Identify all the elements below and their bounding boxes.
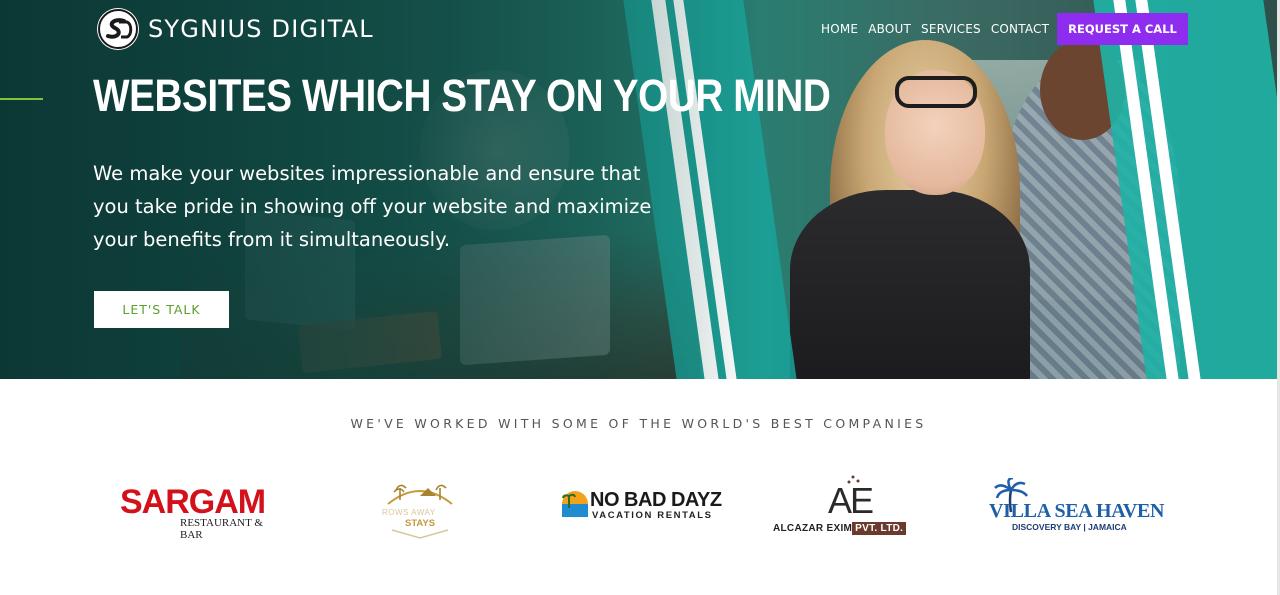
clients-heading: WE'VE WORKED WITH SOME OF THE WORLD'S BE… <box>350 416 927 431</box>
no-bad-dayz-wordmark: NO BAD DAYZ <box>590 489 722 511</box>
alcazar-wordmark: ALCAZAR EXIM PVT. LTD. <box>773 522 907 535</box>
alcazar-badge: PVT. LTD. <box>852 522 907 535</box>
sunset-globe-icon <box>562 491 588 517</box>
hero-woman-body <box>790 190 1030 379</box>
hero-glasses <box>895 76 977 108</box>
hero-section: SYGNIUS DIGITAL HOME ABOUT SERVICES CONT… <box>0 0 1277 379</box>
villa-subtitle: DISCOVERY BAY | JAMAICA <box>1012 522 1127 532</box>
rows-away-subtitle: STAYS <box>405 518 436 529</box>
nav-home[interactable]: HOME <box>816 13 863 45</box>
nav-contact[interactable]: CONTACT <box>986 13 1054 45</box>
client-logo-no-bad-dayz: NO BAD DAYZ VACATION RENTALS <box>558 470 723 550</box>
client-logo-rows-away: ROWS AWAY STAYS <box>380 470 460 550</box>
sargam-subtitle: RESTAURANT & BAR <box>180 517 263 541</box>
logo-mark-icon <box>97 8 139 50</box>
nav-about[interactable]: ABOUT <box>863 13 916 45</box>
client-logo-villa-sea-haven: VILLA SEA HAVEN DISCOVERY BAY | JAMAICA <box>988 470 1165 550</box>
client-logo-sargam: SARGAM RESTAURANT & BAR <box>120 470 285 550</box>
logo-text: SYGNIUS DIGITAL <box>148 15 374 43</box>
nav-services[interactable]: SERVICES <box>916 13 986 45</box>
palm-hut-icon <box>387 484 453 539</box>
hero-title: WEBSITES WHICH STAY ON YOUR MIND <box>93 70 831 121</box>
client-logo-alcazar: AE ALCAZAR EXIM PVT. LTD. <box>772 470 942 550</box>
main-nav: HOME ABOUT SERVICES CONTACT REQUEST A CA… <box>816 13 1188 45</box>
villa-wordmark: VILLA SEA HAVEN <box>989 500 1165 522</box>
hero-subtitle: We make your websites impressionable and… <box>93 162 652 251</box>
site-logo[interactable]: SYGNIUS DIGITAL <box>97 8 374 50</box>
accent-line <box>0 98 43 100</box>
request-call-button[interactable]: REQUEST A CALL <box>1057 13 1188 45</box>
alcazar-mark: AE <box>828 480 874 521</box>
lets-talk-button[interactable]: LET'S TALK <box>94 291 229 328</box>
no-bad-dayz-subtitle: VACATION RENTALS <box>592 510 713 521</box>
rows-away-wordmark: ROWS AWAY <box>382 508 436 517</box>
